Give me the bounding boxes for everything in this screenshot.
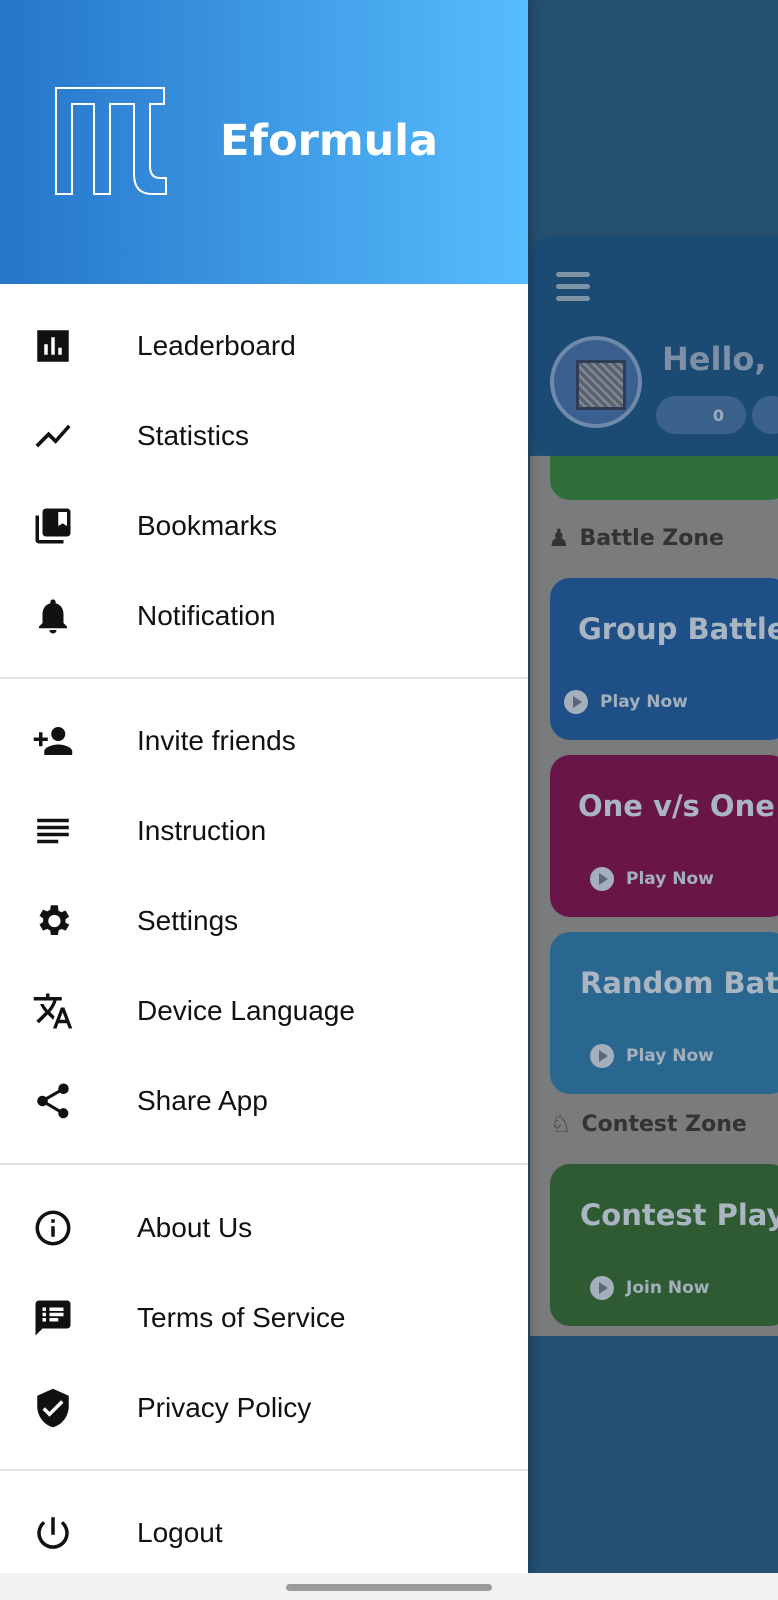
- share-icon: [32, 1080, 74, 1122]
- menu-item-terms-of-service[interactable]: Terms of Service: [0, 1273, 528, 1363]
- menu-item-label: Instruction: [137, 815, 267, 846]
- menu-item-device-language[interactable]: Device Language: [0, 966, 528, 1056]
- action-label: Play Now: [600, 692, 688, 712]
- lines-icon: [32, 810, 74, 852]
- battle-zone-label: Battle Zone: [579, 525, 724, 551]
- navigation-drawer: Eformula Leaderboard Statistics Bookmark…: [0, 0, 528, 1573]
- play-icon: [564, 690, 588, 714]
- play-icon: [590, 1044, 614, 1068]
- menu-item-instruction[interactable]: Instruction: [0, 786, 528, 876]
- statistics-icon: [32, 415, 74, 457]
- play-now-button[interactable]: Play Now: [590, 1044, 714, 1068]
- menu-item-label: Share App: [137, 1085, 268, 1116]
- divider: [0, 1469, 528, 1471]
- menu-item-label: Leaderboard: [137, 330, 296, 361]
- avatar[interactable]: [550, 336, 642, 428]
- menu-item-share-app[interactable]: Share App: [0, 1056, 528, 1146]
- menu-item-statistics[interactable]: Statistics: [0, 391, 528, 481]
- add-person-icon: [32, 720, 74, 762]
- contest-play-card[interactable]: Contest Play Join Now: [550, 1164, 778, 1326]
- gear-icon: [32, 900, 74, 942]
- join-now-button[interactable]: Join Now: [590, 1276, 709, 1300]
- home-gesture-bar[interactable]: [286, 1584, 492, 1591]
- app-name: Eformula: [220, 116, 439, 166]
- card-title: Contest Play: [580, 1198, 778, 1232]
- battle-zone-title: ♟ Battle Zone: [548, 524, 724, 552]
- play-icon: [590, 867, 614, 891]
- menu-item-about-us[interactable]: About Us: [0, 1183, 528, 1273]
- menu-item-bookmarks[interactable]: Bookmarks: [0, 481, 528, 571]
- translate-icon: [32, 990, 74, 1032]
- menu-item-label: Statistics: [137, 420, 250, 451]
- card-title: Group Battle: [578, 612, 778, 646]
- one-vs-one-card[interactable]: One v/s One B Play Now: [550, 755, 778, 917]
- battle-icon: ♟: [548, 524, 570, 552]
- menu-item-label: Notification: [137, 600, 276, 631]
- menu-item-label: Invite friends: [137, 725, 296, 756]
- drawer-header: Eformula: [0, 0, 528, 284]
- action-label: Play Now: [626, 869, 714, 889]
- card-title: One v/s One B: [578, 789, 778, 823]
- group-battle-card[interactable]: Group Battle Play Now: [550, 578, 778, 740]
- menu-item-label: Device Language: [137, 995, 355, 1026]
- leaderboard-icon: [32, 325, 74, 367]
- menu-item-label: Privacy Policy: [137, 1392, 312, 1423]
- card-title: Random Battl: [580, 966, 778, 1000]
- pi-logo-icon: [55, 87, 167, 195]
- coins-badge: 0: [656, 396, 746, 434]
- menu-item-label: Terms of Service: [137, 1302, 346, 1333]
- divider: [0, 677, 528, 679]
- coins-count: 0: [712, 405, 724, 425]
- menu-item-privacy-policy[interactable]: Privacy Policy: [0, 1363, 528, 1453]
- action-label: Play Now: [626, 1046, 714, 1066]
- action-label: Join Now: [626, 1278, 710, 1298]
- hamburger-menu-icon[interactable]: [556, 272, 590, 308]
- shield-check-icon: [32, 1387, 74, 1429]
- contest-zone-label: Contest Zone: [581, 1111, 747, 1137]
- terms-icon: [32, 1297, 74, 1339]
- play-icon: [590, 1276, 614, 1300]
- play-now-button[interactable]: Play Now: [590, 867, 714, 891]
- menu-item-logout[interactable]: Logout: [0, 1488, 528, 1578]
- play-now-button[interactable]: Play Now: [564, 690, 688, 714]
- menu-item-label: Bookmarks: [137, 510, 278, 541]
- info-icon: [32, 1207, 74, 1249]
- banner-card: [550, 456, 778, 500]
- menu-item-label: About Us: [137, 1212, 253, 1243]
- menu-item-settings[interactable]: Settings: [0, 876, 528, 966]
- menu-item-label: Logout: [137, 1517, 223, 1548]
- bell-icon: [32, 595, 74, 637]
- divider: [0, 1163, 528, 1165]
- menu-item-invite-friends[interactable]: Invite friends: [0, 696, 528, 786]
- power-icon: [32, 1512, 74, 1554]
- bookmarks-icon: [32, 505, 74, 547]
- contest-zone-title: ♘ Contest Zone: [550, 1110, 747, 1138]
- contest-icon: ♘: [550, 1110, 572, 1138]
- menu-item-notification[interactable]: Notification: [0, 571, 528, 661]
- greeting-text: Hello, t: [662, 340, 778, 378]
- menu-item-leaderboard[interactable]: Leaderboard: [0, 301, 528, 391]
- random-battle-card[interactable]: Random Battl Play Now: [550, 932, 778, 1094]
- menu-item-label: Settings: [137, 905, 239, 936]
